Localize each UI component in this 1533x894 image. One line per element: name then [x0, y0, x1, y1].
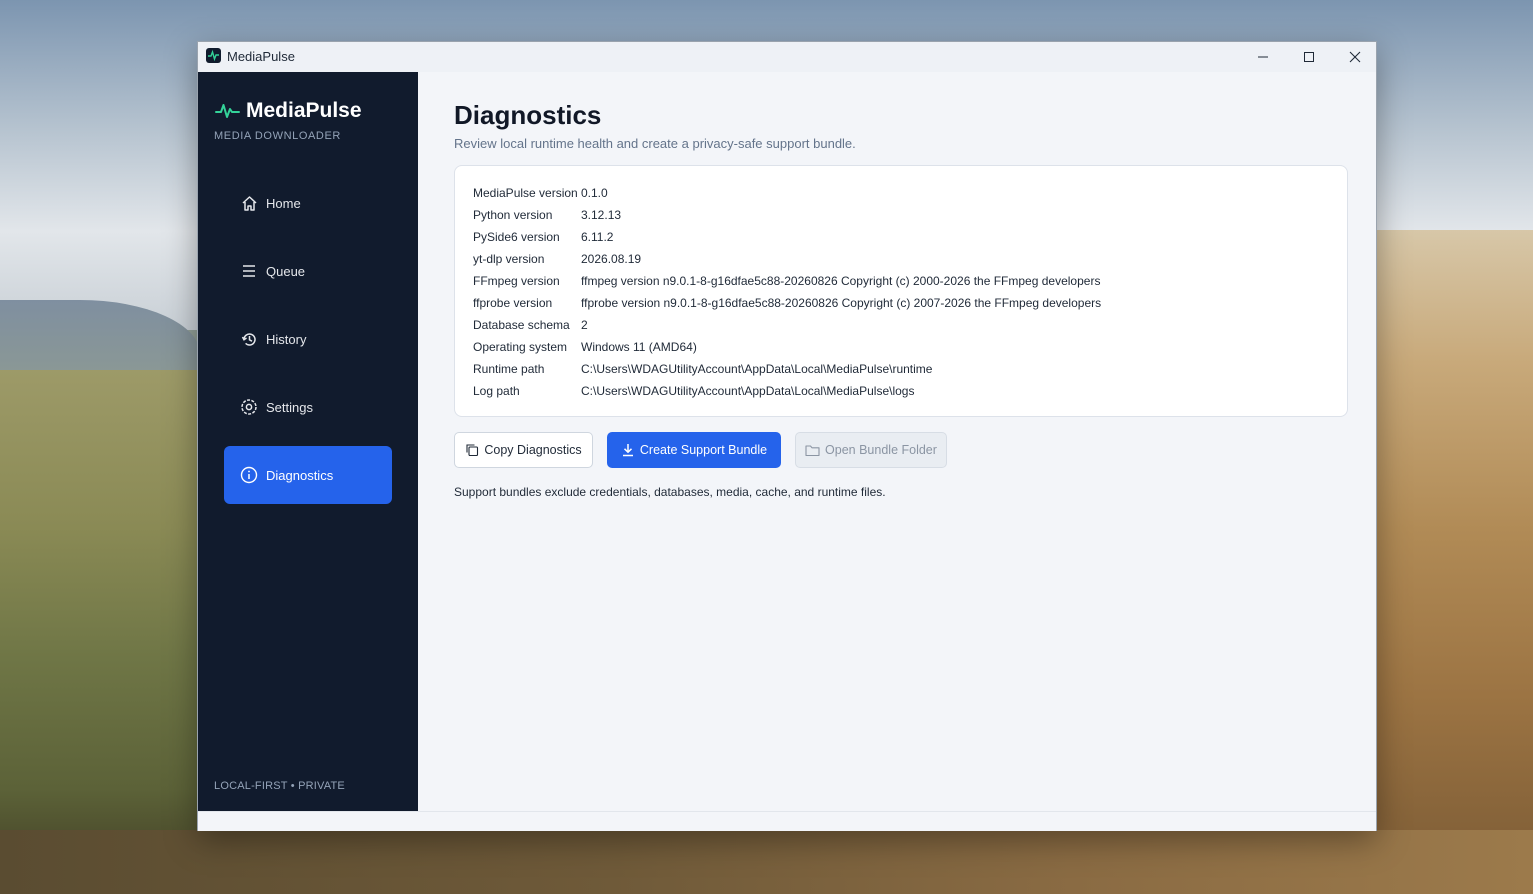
create-support-bundle-button[interactable]: Create Support Bundle: [607, 432, 781, 468]
info-value: 6.11.2: [581, 230, 614, 244]
copy-icon: [465, 443, 479, 457]
create-support-bundle-label: Create Support Bundle: [639, 443, 768, 457]
page-title: Diagnostics: [454, 100, 602, 130]
status-bar: [198, 811, 1376, 831]
close-icon: [1349, 51, 1361, 63]
info-key: yt-dlp version: [473, 252, 545, 266]
info-value: ffprobe version n9.0.1-8-g16dfae5c88-202…: [581, 296, 1102, 310]
brand-name: MediaPulse: [246, 99, 362, 122]
info-row: yt-dlp version 2026.08.19: [473, 252, 641, 266]
folder-icon: [805, 444, 820, 457]
info-row: ffprobe version ffprobe version n9.0.1-8-…: [473, 296, 1101, 310]
desktop-cliff-buildings: [1377, 230, 1533, 894]
info-row: Operating system Windows 11 (AMD64): [473, 340, 697, 354]
desktop-rocks: [0, 830, 1533, 894]
gear-icon: [240, 398, 258, 416]
title-bar[interactable]: MediaPulse: [198, 42, 1376, 72]
info-key: Python version: [473, 208, 553, 222]
sidebar-item-home[interactable]: Home: [224, 174, 392, 232]
sidebar-item-history[interactable]: History: [224, 310, 392, 368]
minimize-button[interactable]: [1240, 42, 1286, 72]
info-row: Log path C:\Users\WDAGUtilityAccount\AppD…: [473, 384, 914, 398]
info-value: 3.12.13: [581, 208, 622, 222]
sidebar-item-queue[interactable]: Queue: [224, 242, 392, 300]
pulse-icon: [215, 104, 240, 118]
main-content: Diagnostics Review local runtime health …: [418, 72, 1376, 811]
info-key: Runtime path: [473, 362, 545, 376]
sidebar-item-label: Queue: [266, 263, 306, 279]
info-row: Database schema 2: [473, 318, 588, 332]
info-value: C:\Users\WDAGUtilityAccount\AppData\Loca…: [581, 362, 933, 376]
info-icon: [240, 466, 258, 484]
app-window: MediaPulse MediaPulse MEDIA DOWNLOADER H…: [197, 41, 1377, 831]
info-key: Operating system: [473, 340, 568, 354]
sidebar-item-settings[interactable]: Settings: [224, 378, 392, 436]
sidebar-item-label: History: [266, 331, 307, 347]
info-key: Log path: [473, 384, 520, 398]
open-bundle-folder-button[interactable]: Open Bundle Folder: [795, 432, 947, 468]
list-icon: [240, 262, 258, 280]
copy-diagnostics-button[interactable]: Copy Diagnostics: [454, 432, 593, 468]
info-key: PySide6 version: [473, 230, 560, 244]
sidebar-item-label: Settings: [266, 399, 313, 415]
sidebar-item-diagnostics[interactable]: Diagnostics: [224, 446, 392, 504]
window-title: MediaPulse: [227, 49, 295, 64]
info-row: Python version 3.12.13: [473, 208, 621, 222]
info-row: MediaPulse version 0.1.0: [473, 186, 608, 200]
info-row: Runtime path C:\Users\WDAGUtilityAccount\…: [473, 362, 932, 376]
minimize-icon: [1258, 56, 1268, 58]
sidebar-item-label: Home: [266, 195, 301, 211]
home-icon: [240, 194, 258, 212]
support-bundle-note: Support bundles exclude credentials, dat…: [454, 485, 886, 499]
info-value: ffmpeg version n9.0.1-8-g16dfae5c88-2026…: [581, 274, 1101, 288]
download-icon: [621, 443, 635, 457]
info-key: FFmpeg version: [473, 274, 560, 288]
info-key: Database schema: [473, 318, 570, 332]
brand: MediaPulse: [215, 99, 362, 123]
info-value: 2026.08.19: [581, 252, 642, 266]
info-value: 2: [581, 318, 588, 332]
sidebar: MediaPulse MEDIA DOWNLOADER Home Queue H…: [198, 72, 418, 811]
diagnostics-card: MediaPulse version 0.1.0 Python version 3.…: [454, 165, 1348, 417]
info-key: MediaPulse version: [473, 186, 578, 200]
info-value: 0.1.0: [581, 186, 608, 200]
app-icon: [206, 48, 221, 63]
maximize-icon: [1304, 52, 1314, 62]
open-bundle-folder-label: Open Bundle Folder: [825, 443, 937, 457]
info-value: C:\Users\WDAGUtilityAccount\AppData\Loca…: [581, 384, 915, 398]
close-button[interactable]: [1332, 42, 1378, 72]
sidebar-item-label: Diagnostics: [266, 467, 334, 483]
info-row: PySide6 version 6.11.2: [473, 230, 613, 244]
info-row: FFmpeg version ffmpeg version n9.0.1-8-g1…: [473, 274, 1100, 288]
info-value: Windows 11 (AMD64): [581, 340, 697, 354]
info-key: ffprobe version: [473, 296, 553, 310]
desktop-valley: [0, 370, 200, 894]
maximize-button[interactable]: [1286, 42, 1332, 72]
history-icon: [240, 330, 258, 348]
copy-diagnostics-label: Copy Diagnostics: [484, 443, 582, 457]
sidebar-footer: LOCAL-FIRST • PRIVATE: [214, 780, 345, 792]
brand-subtitle: MEDIA DOWNLOADER: [214, 130, 341, 142]
page-subtitle: Review local runtime health and create a…: [454, 136, 856, 151]
